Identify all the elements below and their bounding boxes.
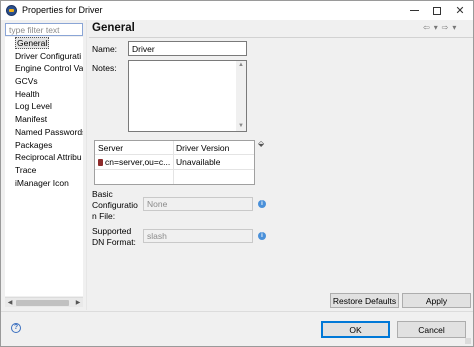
tree-item-engine-control-values[interactable]: Engine Control Va (5, 62, 83, 75)
page-title: General (92, 22, 135, 34)
name-input[interactable] (128, 41, 247, 56)
supported-dn-label-line-1: Supported (92, 226, 132, 236)
server-cell: cn=server,ou=c... (98, 157, 172, 167)
server-icon (98, 159, 103, 166)
restore-defaults-button[interactable]: Restore Defaults (330, 293, 399, 308)
back-menu-chevron-icon[interactable]: ▾ (434, 23, 438, 32)
filter-input[interactable] (5, 23, 83, 36)
supported-dn-label-line-2: DN Format: (92, 237, 136, 247)
scroll-right-icon[interactable]: ▶ (73, 298, 83, 308)
footer-divider (1, 311, 473, 312)
properties-dialog: Properties for Driver ✕ General Driver C… (0, 0, 474, 347)
cube-icon[interactable]: ⬙ (258, 140, 266, 148)
column-header-server[interactable]: Server (98, 143, 123, 153)
tree-item-health[interactable]: Health (5, 88, 83, 101)
help-icon[interactable]: ? (11, 323, 21, 333)
tree-item-imanager-icon[interactable]: iManager Icon (5, 177, 83, 190)
maximize-icon (433, 6, 441, 15)
name-label: Name: (92, 44, 118, 54)
tree-item-gcvs[interactable]: GCVs (5, 75, 83, 88)
tree-item-driver-configuration[interactable]: Driver Configurati (5, 50, 83, 63)
row-divider (95, 169, 254, 170)
close-button[interactable]: ✕ (447, 1, 473, 20)
tree-item-named-passwords[interactable]: Named Passwords (5, 126, 83, 139)
basic-config-file-field (143, 197, 253, 211)
forward-arrow-icon[interactable]: ⇨ (442, 23, 449, 32)
scrollbar-thumb[interactable] (16, 300, 69, 306)
header-divider (89, 37, 473, 38)
tree-item-reciprocal-attribute[interactable]: Reciprocal Attribu (5, 151, 83, 164)
apply-button[interactable]: Apply (402, 293, 471, 308)
close-icon: ✕ (455, 5, 465, 17)
cancel-button[interactable]: Cancel (397, 321, 466, 338)
scroll-up-icon[interactable]: ▲ (236, 61, 246, 70)
app-icon (6, 5, 17, 16)
minimize-icon (409, 10, 419, 11)
notes-scrollbar[interactable]: ▲ ▼ (236, 61, 246, 131)
column-header-driver-version[interactable]: Driver Version (176, 143, 229, 153)
history-navigation: ⇦ ▾ ⇨ ▾ (423, 23, 456, 32)
notes-label: Notes: (92, 63, 117, 73)
tree-item-general[interactable]: General (5, 37, 83, 50)
ok-button[interactable]: OK (321, 321, 390, 338)
server-table: Server Driver Version cn=server,ou=c... … (94, 140, 255, 185)
forward-menu-chevron-icon[interactable]: ▾ (452, 23, 456, 32)
info-icon[interactable]: i (258, 232, 266, 240)
scroll-down-icon[interactable]: ▼ (236, 122, 246, 131)
driver-version-cell: Unavailable (176, 157, 221, 167)
tree-item-trace[interactable]: Trace (5, 164, 83, 177)
scroll-left-icon[interactable]: ◀ (5, 298, 15, 308)
basic-config-label-line-1: Basic (92, 189, 113, 199)
notes-textarea[interactable]: ▲ ▼ (128, 60, 247, 132)
supported-dn-format-field (143, 229, 253, 243)
preference-tree: General Driver Configurati Engine Contro… (5, 37, 83, 296)
basic-config-label-line-3: n File: (92, 211, 116, 221)
info-icon[interactable]: i (258, 200, 266, 208)
tree-item-packages[interactable]: Packages (5, 139, 83, 152)
pane-divider[interactable] (86, 20, 87, 310)
window-title: Properties for Driver (22, 5, 103, 15)
resize-grip-icon[interactable] (465, 338, 471, 344)
basic-config-label-line-2: Configuratio (92, 200, 138, 210)
tree-item-manifest[interactable]: Manifest (5, 113, 83, 126)
table-row[interactable]: cn=server,ou=c... Unavailable (95, 155, 254, 168)
title-bar: Properties for Driver ✕ (1, 1, 473, 20)
tree-item-log-level[interactable]: Log Level (5, 100, 83, 113)
back-arrow-icon[interactable]: ⇦ (423, 23, 430, 32)
tree-horizontal-scrollbar[interactable]: ◀ ▶ (5, 297, 83, 307)
